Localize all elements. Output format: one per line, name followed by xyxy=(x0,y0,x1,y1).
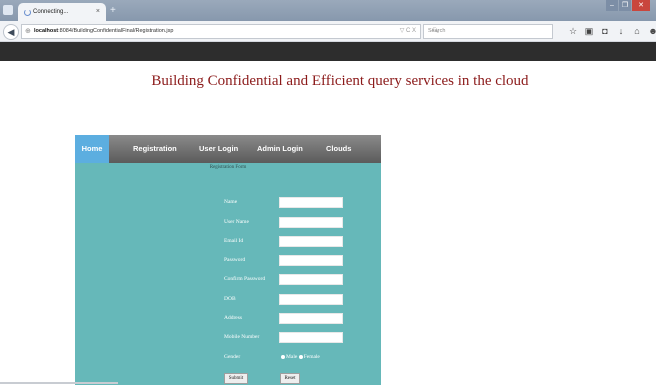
email-label: Email Id xyxy=(224,238,244,244)
clipboard-icon[interactable]: ▣ xyxy=(582,25,596,37)
home-icon[interactable]: ⌂ xyxy=(630,25,644,37)
loading-icon xyxy=(24,9,31,16)
confirm-password-label: Confirm Password xyxy=(224,276,266,282)
male-radio[interactable] xyxy=(281,354,285,359)
address-field[interactable] xyxy=(279,313,343,324)
new-tab-button[interactable]: + xyxy=(110,4,116,18)
browser-nav-bar: ◀ ⊕ localhost:8084/BuildingConfidentialF… xyxy=(0,21,656,42)
gender-options: Male Female xyxy=(281,352,320,362)
name-field[interactable] xyxy=(279,197,343,208)
gender-label: Gender xyxy=(224,354,241,360)
female-label: Female xyxy=(303,354,320,360)
search-input[interactable]: 🔍︎ Search xyxy=(423,24,553,39)
menu-item-admin-login[interactable]: Admin Login xyxy=(257,135,303,163)
maximize-button[interactable]: ❐ xyxy=(619,0,631,11)
close-window-button[interactable]: ✕ xyxy=(632,0,650,11)
menu-item-user-login[interactable]: User Login xyxy=(199,135,238,163)
minimize-button[interactable]: – xyxy=(606,0,618,11)
globe-icon: ⊕ xyxy=(25,28,31,35)
name-label: Name xyxy=(224,199,238,205)
male-label: Male xyxy=(286,354,298,360)
tab-title: Connecting... xyxy=(33,9,69,15)
smiley-icon[interactable]: ☻ xyxy=(646,25,656,37)
page-title: Building Confidential and Efficient quer… xyxy=(0,73,656,90)
password-label: Password xyxy=(224,257,246,263)
reload-stop-icons[interactable]: ▽ C X xyxy=(400,25,416,38)
submit-button[interactable]: Submit xyxy=(224,373,248,384)
mobile-number-label: Mobile Number xyxy=(224,334,260,340)
url-host: localhost xyxy=(34,28,59,34)
reset-button[interactable]: Reset xyxy=(280,373,300,384)
browser-tab-bar: Connecting... × + – ❐ ✕ xyxy=(0,0,656,21)
page-title-text: Building Confidential and Efficient quer… xyxy=(151,73,529,89)
mobile-number-field[interactable] xyxy=(279,332,343,343)
menu-item-home[interactable]: Home xyxy=(75,135,109,163)
dob-label: DOB xyxy=(224,296,236,302)
page-top-band xyxy=(0,42,656,61)
firefox-menu-icon[interactable] xyxy=(3,5,13,15)
download-icon[interactable]: ↓ xyxy=(614,25,628,37)
dob-field[interactable] xyxy=(279,294,343,305)
search-icon: 🔍︎ xyxy=(432,28,439,34)
url-bar[interactable]: ⊕ localhost:8084/BuildingConfidentialFin… xyxy=(21,24,421,39)
pocket-icon[interactable]: ◘ xyxy=(598,25,612,37)
back-button[interactable]: ◀ xyxy=(3,24,19,40)
url-path: :8084/BuildingConfidentialFinal/Registra… xyxy=(58,28,174,34)
email-field[interactable] xyxy=(279,236,343,247)
tab-close-icon[interactable]: × xyxy=(96,3,100,21)
password-field[interactable] xyxy=(279,255,343,266)
main-menu: Home Registration User Login Admin Login… xyxy=(75,135,381,163)
toolbar-icons: ☆ ▣ ◘ ↓ ⌂ ☻ xyxy=(566,25,656,37)
status-bar xyxy=(0,382,118,384)
bookmark-star-icon[interactable]: ☆ xyxy=(566,25,580,37)
back-arrow-icon: ◀ xyxy=(7,27,15,37)
window-controls: – ❐ ✕ xyxy=(605,0,650,12)
form-title: Registration Form xyxy=(209,165,247,170)
address-label: Address xyxy=(224,315,243,321)
menu-item-clouds[interactable]: Clouds xyxy=(326,135,351,163)
female-radio[interactable] xyxy=(298,354,303,359)
username-label: User Name xyxy=(224,219,249,225)
url-text: localhost:8084/BuildingConfidentialFinal… xyxy=(34,25,173,38)
menu-item-registration[interactable]: Registration xyxy=(133,135,177,163)
search-placeholder: 🔍︎ Search xyxy=(428,25,445,38)
browser-tab[interactable]: Connecting... × xyxy=(18,3,106,21)
username-field[interactable] xyxy=(279,217,343,228)
registration-panel: Home Registration User Login Admin Login… xyxy=(75,135,381,385)
confirm-password-field[interactable] xyxy=(279,274,343,285)
